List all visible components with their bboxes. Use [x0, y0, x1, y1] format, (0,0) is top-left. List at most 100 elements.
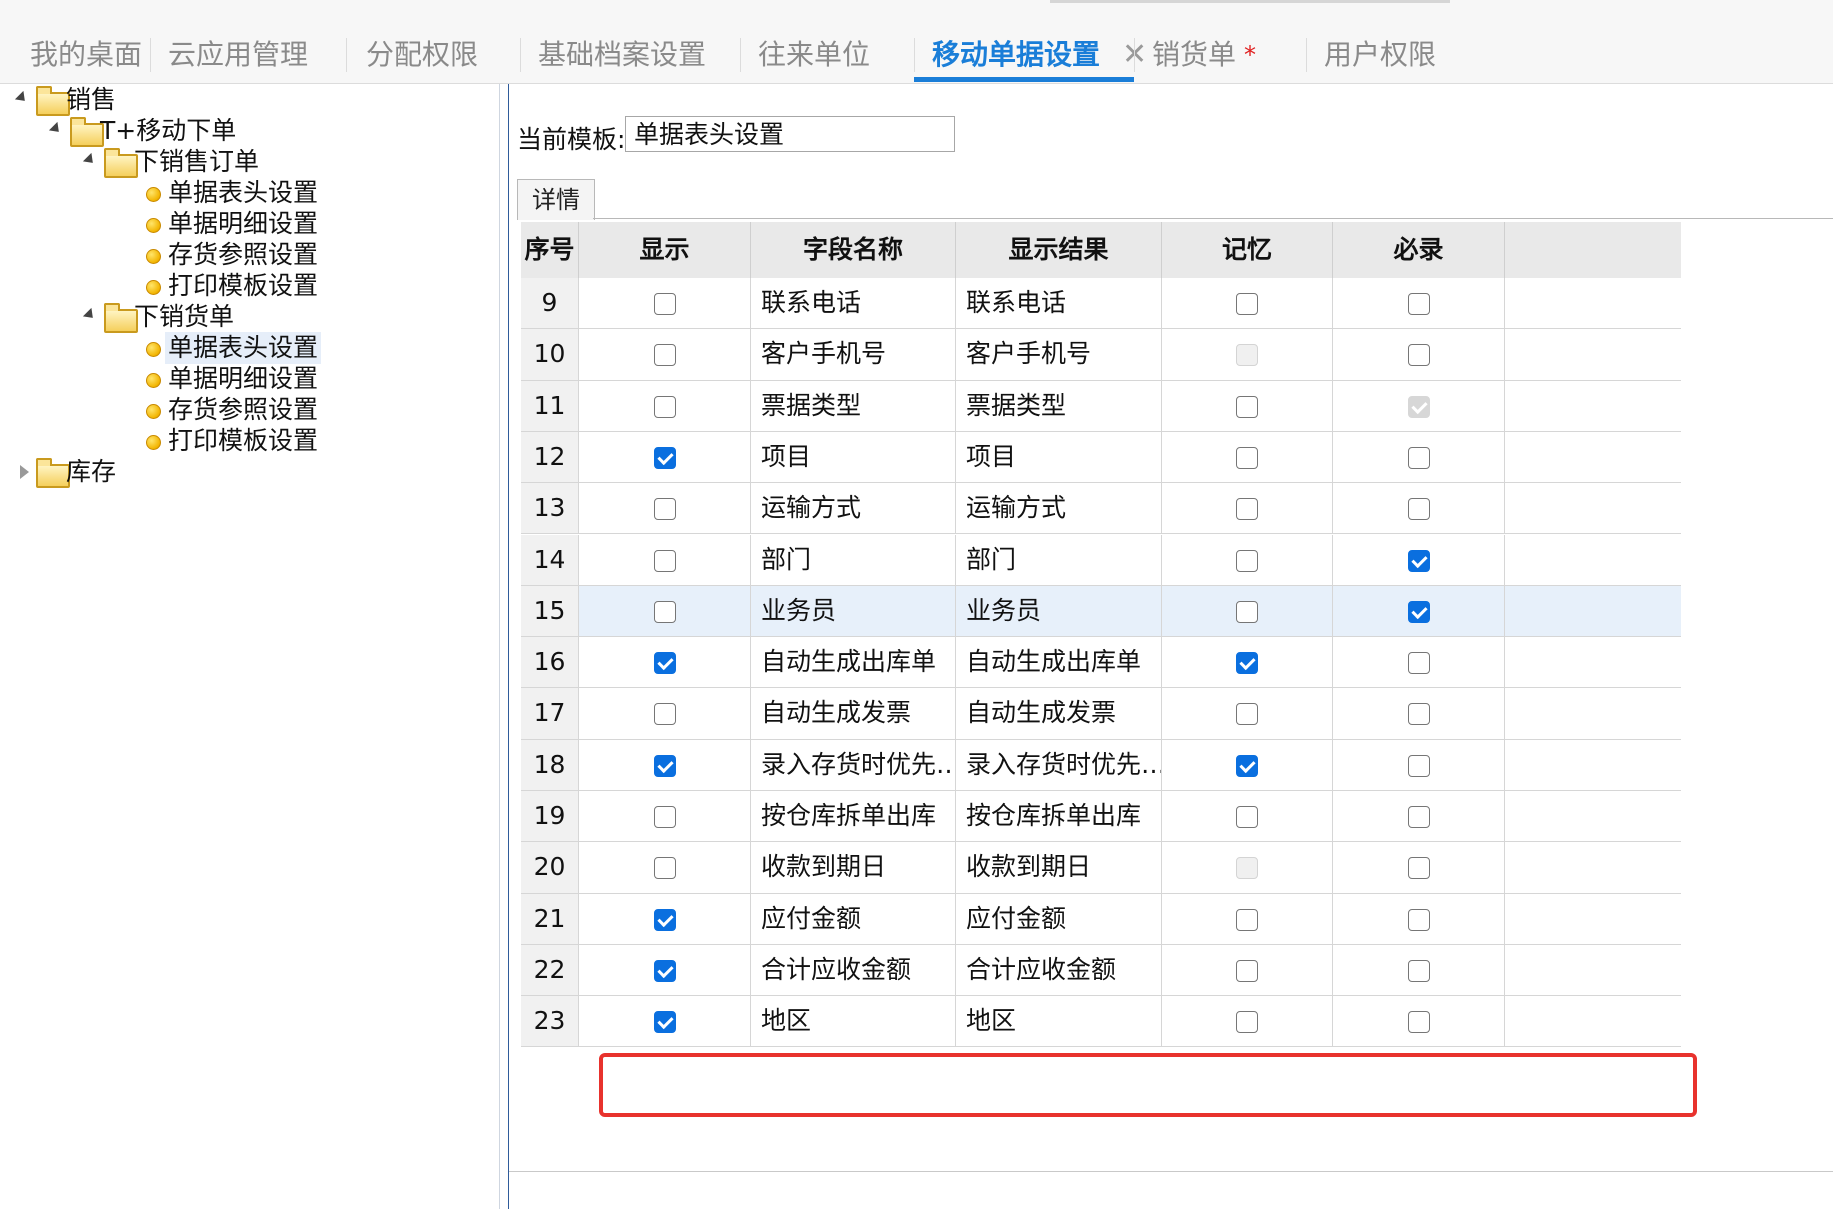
- required-checkbox[interactable]: [1407, 857, 1430, 880]
- show-checkbox[interactable]: [653, 293, 676, 315]
- table-row[interactable]: 10 客户手机号 客户手机号: [521, 329, 1681, 381]
- cell-field-name[interactable]: 自动生成发票: [751, 688, 956, 739]
- required-checkbox[interactable]: [1407, 959, 1430, 982]
- cell-field-name[interactable]: 地区: [751, 996, 956, 1047]
- memory-checkbox[interactable]: [1236, 806, 1258, 828]
- memory-checkbox[interactable]: [1236, 600, 1258, 623]
- required-checkbox[interactable]: [1407, 293, 1430, 315]
- cell-field-name[interactable]: 按仓库拆单出库: [751, 791, 956, 842]
- tree-leaf-sd-detail[interactable]: 单据明细设置: [0, 363, 480, 395]
- required-checkbox[interactable]: [1407, 652, 1430, 675]
- cell-field-name[interactable]: 运输方式: [751, 483, 956, 534]
- cell-field-name[interactable]: 客户手机号: [751, 329, 956, 380]
- expand-icon[interactable]: [82, 307, 98, 323]
- cell-field-name[interactable]: 合计应收金额: [751, 944, 956, 996]
- table-row[interactable]: 20 收款到期日 收款到期日: [521, 842, 1681, 894]
- cell-display-result[interactable]: 业务员: [956, 585, 1162, 637]
- memory-checkbox[interactable]: [1236, 703, 1258, 726]
- memory-checkbox[interactable]: [1236, 1011, 1258, 1034]
- table-row[interactable]: 19 按仓库拆单出库 按仓库拆单出库: [521, 791, 1681, 843]
- table-row[interactable]: 16 自动生成出库单 自动生成出库单: [521, 637, 1681, 689]
- tab-mobile-doc-settings[interactable]: 移动单据设置 ✕: [932, 30, 1147, 80]
- tree-leaf-sd-stock[interactable]: 存货参照设置: [0, 394, 480, 426]
- cell-display-result[interactable]: 合计应收金额: [956, 944, 1162, 996]
- cell-display-result[interactable]: 按仓库拆单出库: [956, 791, 1162, 842]
- show-checkbox[interactable]: [653, 754, 676, 777]
- tree-leaf-so-header[interactable]: 单据表头设置: [0, 177, 480, 209]
- required-checkbox[interactable]: [1407, 600, 1430, 623]
- cell-display-result[interactable]: 地区: [956, 996, 1162, 1047]
- table-row[interactable]: 17 自动生成发票 自动生成发票: [521, 688, 1681, 740]
- table-row[interactable]: 9 联系电话 联系电话: [521, 278, 1681, 330]
- tree-node-sales[interactable]: 销售: [0, 84, 480, 116]
- tab-cloud-apps[interactable]: 云应用管理: [168, 30, 308, 80]
- tree-node-t-mobile[interactable]: T+移动下单: [0, 115, 480, 147]
- cell-field-name[interactable]: 票据类型: [751, 380, 956, 431]
- tab-contacts[interactable]: 往来单位: [758, 30, 870, 80]
- show-checkbox[interactable]: [653, 1011, 676, 1034]
- tab-sales-delivery[interactable]: 销货单 *: [1152, 30, 1256, 80]
- memory-checkbox[interactable]: [1236, 549, 1258, 572]
- header-memory[interactable]: 记忆: [1162, 222, 1333, 278]
- table-row[interactable]: 12 项目 项目: [521, 431, 1681, 484]
- show-checkbox[interactable]: [653, 498, 676, 521]
- cell-field-name[interactable]: 部门: [751, 534, 956, 585]
- show-checkbox[interactable]: [653, 600, 676, 623]
- cell-field-name[interactable]: 自动生成出库单: [751, 637, 956, 688]
- cell-display-result[interactable]: 联系电话: [956, 278, 1162, 329]
- cell-display-result[interactable]: 自动生成出库单: [956, 637, 1162, 688]
- header-show[interactable]: 显示: [579, 222, 751, 278]
- cell-display-result[interactable]: 收款到期日: [956, 842, 1162, 893]
- cell-display-result[interactable]: 录入存货时优先…: [956, 739, 1162, 790]
- cell-field-name[interactable]: 业务员: [751, 585, 956, 637]
- show-checkbox[interactable]: [653, 857, 676, 880]
- tree-leaf-so-detail[interactable]: 单据明细设置: [0, 208, 480, 240]
- header-field-name[interactable]: 字段名称: [751, 222, 956, 278]
- tree-node-sales-order[interactable]: 下销售订单: [0, 146, 480, 178]
- table-row[interactable]: 18 录入存货时优先… 录入存货时优先…: [521, 739, 1681, 791]
- cell-display-result[interactable]: 客户手机号: [956, 329, 1162, 380]
- expand-icon[interactable]: [14, 90, 30, 106]
- cell-display-result[interactable]: 自动生成发票: [956, 688, 1162, 739]
- cell-field-name[interactable]: 应付金额: [751, 893, 956, 944]
- memory-checkbox[interactable]: [1236, 498, 1258, 521]
- show-checkbox[interactable]: [653, 395, 676, 418]
- cell-field-name[interactable]: 收款到期日: [751, 842, 956, 893]
- header-required[interactable]: 必录: [1333, 222, 1505, 278]
- show-checkbox[interactable]: [653, 652, 676, 675]
- show-checkbox[interactable]: [653, 959, 676, 982]
- expand-icon[interactable]: [82, 152, 98, 168]
- show-checkbox[interactable]: [653, 446, 676, 469]
- cell-display-result[interactable]: 项目: [956, 431, 1162, 483]
- cell-display-result[interactable]: 应付金额: [956, 893, 1162, 944]
- expand-icon[interactable]: [48, 121, 64, 137]
- memory-checkbox[interactable]: [1236, 959, 1258, 982]
- memory-checkbox[interactable]: [1236, 908, 1258, 931]
- tab-assign-permission[interactable]: 分配权限: [366, 30, 478, 80]
- show-checkbox[interactable]: [653, 344, 676, 367]
- tab-basic-archive[interactable]: 基础档案设置: [538, 30, 706, 80]
- table-row[interactable]: 13 运输方式 运输方式: [521, 483, 1681, 535]
- memory-checkbox[interactable]: [1236, 652, 1258, 675]
- tree-leaf-so-print[interactable]: 打印模板设置: [0, 270, 480, 302]
- show-checkbox[interactable]: [653, 908, 676, 931]
- table-row[interactable]: 23 地区 地区: [521, 996, 1681, 1048]
- collapse-icon[interactable]: [20, 465, 29, 479]
- show-checkbox[interactable]: [653, 549, 676, 572]
- table-row[interactable]: 11 票据类型 票据类型: [521, 380, 1681, 432]
- required-checkbox[interactable]: [1407, 446, 1430, 469]
- memory-checkbox[interactable]: [1236, 395, 1258, 418]
- cell-display-result[interactable]: 运输方式: [956, 483, 1162, 534]
- required-checkbox[interactable]: [1407, 498, 1430, 521]
- required-checkbox[interactable]: [1407, 1011, 1430, 1034]
- show-checkbox[interactable]: [653, 703, 676, 726]
- memory-checkbox[interactable]: [1236, 754, 1258, 777]
- table-row[interactable]: 15 业务员 业务员: [521, 585, 1681, 638]
- required-checkbox[interactable]: [1407, 703, 1430, 726]
- cell-field-name[interactable]: 联系电话: [751, 278, 956, 329]
- required-checkbox[interactable]: [1407, 908, 1430, 931]
- cell-field-name[interactable]: 录入存货时优先…: [751, 739, 956, 790]
- tab-my-desktop[interactable]: 我的桌面: [30, 30, 142, 80]
- required-checkbox[interactable]: [1407, 549, 1430, 572]
- current-template-field[interactable]: 单据表头设置: [625, 116, 955, 152]
